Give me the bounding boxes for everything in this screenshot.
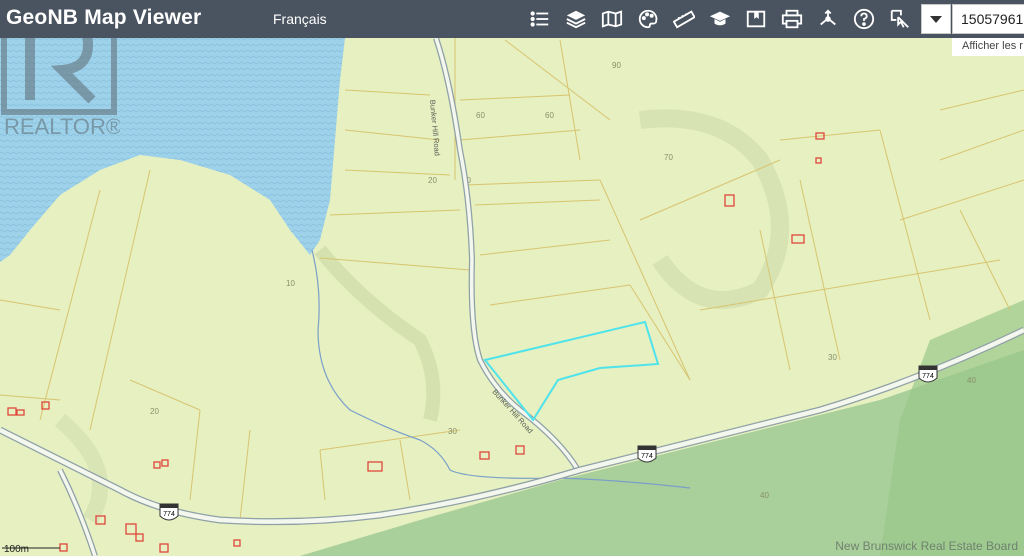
contour-label: 30 (828, 353, 837, 362)
language-toggle-link[interactable]: Français (273, 11, 327, 27)
contour-label: 90 (612, 61, 621, 70)
bookmark-icon[interactable] (738, 0, 774, 38)
route-shield-label: 774 (922, 373, 934, 380)
identify-icon[interactable] (882, 0, 918, 38)
contour-label: 20 (428, 176, 437, 185)
toolbar (522, 0, 918, 38)
contour-label: 30 (448, 427, 457, 436)
route-shield: 774 (637, 445, 657, 463)
route-shield-label: 774 (163, 511, 175, 518)
search-hint[interactable]: Afficher les r (952, 38, 1024, 56)
layers-icon[interactable] (558, 0, 594, 38)
basemap-icon[interactable] (594, 0, 630, 38)
share-icon[interactable] (810, 0, 846, 38)
measure-ruler-icon[interactable] (666, 0, 702, 38)
contour-label: 60 (545, 111, 554, 120)
print-icon[interactable] (774, 0, 810, 38)
app-header: GeoNB Map Viewer Français (0, 0, 1024, 38)
route-shield: 774 (159, 503, 179, 521)
map-credit: New Brunswick Real Estate Board (835, 539, 1018, 553)
contour-label: 20 (150, 407, 159, 416)
search-input[interactable] (952, 4, 1024, 34)
education-cap-icon[interactable] (702, 0, 738, 38)
help-icon[interactable] (846, 0, 882, 38)
search-type-dropdown[interactable] (921, 4, 951, 34)
contour-label: 70 (664, 153, 673, 162)
route-shield: 774 (918, 365, 938, 383)
map-canvas[interactable]: 90 60 60 20 20 70 10 20 30 30 40 40 Bunk… (0, 0, 1024, 556)
palette-icon[interactable] (630, 0, 666, 38)
contour-label: 10 (286, 279, 295, 288)
chevron-down-icon (930, 15, 942, 23)
contour-label: 60 (476, 111, 485, 120)
contour-label: 40 (967, 376, 976, 385)
route-shield-label: 774 (641, 453, 653, 460)
contour-label: 40 (760, 491, 769, 500)
scale-label: 100m (4, 544, 30, 555)
svg-text:REALTOR®: REALTOR® (4, 114, 120, 139)
legend-list-icon[interactable] (522, 0, 558, 38)
app-title: GeoNB Map Viewer (6, 6, 202, 29)
